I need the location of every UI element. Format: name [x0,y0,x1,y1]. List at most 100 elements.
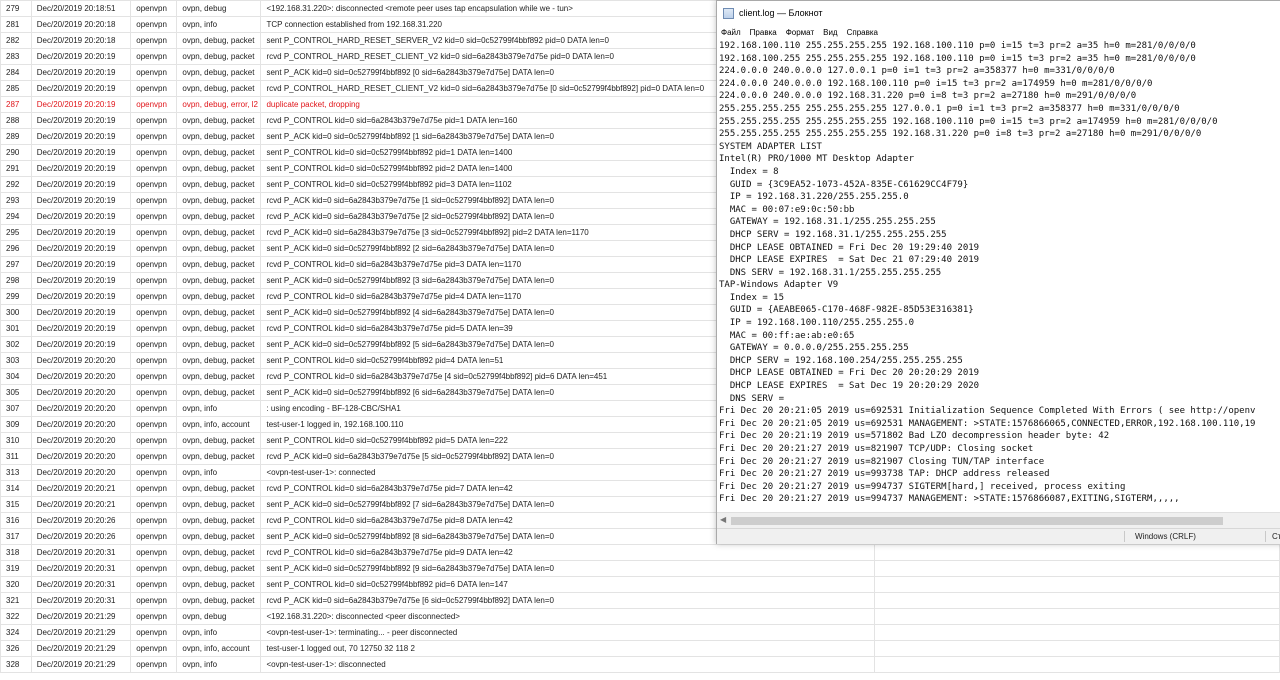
log-cell-number: 298 [0,272,32,289]
log-cell-date: Dec/20/2019 20:20:19 [30,128,132,145]
log-cell-date: Dec/20/2019 20:20:20 [30,432,132,449]
log-cell-date: Dec/20/2019 20:20:20 [30,464,132,481]
log-cell-date: Dec/20/2019 20:20:20 [30,448,132,465]
table-row[interactable]: 322 Dec/20/2019 20:21:29 openvpn ovpn, debu… [0,608,1280,625]
table-row[interactable]: 320 Dec/20/2019 20:20:31 openvpn ovpn, debu… [0,576,1280,593]
log-cell-number: 290 [0,144,32,161]
text-line: MAC = 00:07:e9:0c:50:bb [719,204,855,215]
text-line: 255.255.255.255 255.255.255.255 127.0.0.… [719,103,1180,114]
log-cell-message: rcvd P_CONTROL kid=0 sid=6a2843b379e7d75… [260,544,875,561]
log-cell-date: Dec/20/2019 20:20:19 [30,112,132,129]
notepad-app-icon [723,7,734,19]
menu-file[interactable]: Файл [717,25,746,40]
text-line: Fri Dec 20 20:21:05 2019 us=692531 Initi… [719,406,1256,417]
log-cell-number: 317 [0,528,32,545]
horizontal-scrollbar[interactable]: ◀ [717,512,1280,529]
log-cell-date: Dec/20/2019 20:20:20 [30,400,132,417]
table-row[interactable]: 319 Dec/20/2019 20:20:31 openvpn ovpn, debu… [0,560,1280,577]
log-cell-topics: ovpn, debug [176,0,262,17]
log-cell-source: openvpn [130,384,178,401]
log-cell-number: 305 [0,384,32,401]
table-row[interactable]: 321 Dec/20/2019 20:20:31 openvpn ovpn, debu… [0,592,1280,609]
notepad-titlebar[interactable]: client.log — Блокнот [717,1,1280,25]
log-cell-number: 311 [0,448,32,465]
log-cell-topics: ovpn, debug, packet [176,192,262,209]
log-cell-source: openvpn [130,592,178,609]
notepad-window[interactable]: client.log — Блокнот Файл Правка Формат … [716,0,1280,544]
log-cell-number: 319 [0,560,32,577]
text-line: Fri Dec 20 20:21:27 2019 us=821907 Closi… [719,456,1045,467]
log-cell-number: 283 [0,48,32,65]
log-cell-source: openvpn [130,336,178,353]
log-cell-number: 282 [0,32,32,49]
log-cell-date: Dec/20/2019 20:20:26 [30,512,132,529]
log-cell-topics: ovpn, debug, packet [176,128,262,145]
log-cell-date: Dec/20/2019 20:20:19 [30,192,132,209]
log-cell-topics: ovpn, debug, packet [176,112,262,129]
table-row[interactable]: 326 Dec/20/2019 20:21:29 openvpn ovpn, info… [0,640,1280,657]
log-cell-topics: ovpn, debug, packet [176,512,262,529]
log-cell-source: openvpn [130,192,178,209]
text-line: DHCP LEASE OBTAINED = Fri Dec 20 20:20:2… [719,368,980,379]
log-cell-date: Dec/20/2019 20:20:20 [30,384,132,401]
log-cell-source: openvpn [130,304,178,321]
table-row[interactable]: 324 Dec/20/2019 20:21:29 openvpn ovpn, info… [0,624,1280,641]
log-cell-topics: ovpn, debug, packet [176,496,262,513]
log-cell-date: Dec/20/2019 20:20:19 [30,48,132,65]
table-row[interactable]: 328 Dec/20/2019 20:21:29 openvpn ovpn, info… [0,656,1280,673]
log-cell-topics: ovpn, debug, packet [176,560,262,577]
text-line: Fri Dec 20 20:21:27 2019 us=994737 SIGTE… [719,481,1126,492]
text-line: GUID = {3C9EA52-1073-452A-835E-C61629CC4… [719,179,969,190]
text-line: 224.0.0.0 240.0.0.0 192.168.100.110 p=0 … [719,78,1153,89]
scroll-left-arrow-icon[interactable]: ◀ [720,515,726,524]
log-cell-date: Dec/20/2019 20:20:19 [30,272,132,289]
log-cell-topics: ovpn, debug, packet [176,256,262,273]
log-cell-number: 324 [0,624,32,641]
text-line: DHCP LEASE OBTAINED = Fri Dec 20 19:29:4… [719,242,980,253]
log-cell-topics: ovpn, debug, packet [176,528,262,545]
log-cell-number: 320 [0,576,32,593]
text-line: Fri Dec 20 20:21:19 2019 us=571802 Bad L… [719,431,1110,442]
log-cell-empty [873,592,1280,609]
table-row[interactable]: 318 Dec/20/2019 20:20:31 openvpn ovpn, debu… [0,544,1280,561]
log-cell-topics: ovpn, debug, packet [176,48,262,65]
notepad-menubar: Файл Правка Формат Вид Справка [717,25,1280,40]
menu-edit[interactable]: Правка [746,25,782,40]
text-line: DHCP SERV = 192.168.100.254/255.255.255.… [719,355,963,366]
text-line: Index = 15 [719,292,785,303]
text-line: GATEWAY = 0.0.0.0/255.255.255.255 [719,343,909,354]
menu-help[interactable]: Справка [843,25,883,40]
log-cell-topics: ovpn, debug, packet [176,592,262,609]
log-cell-message: sent P_CONTROL kid=0 sid=0c52799f4bbf892… [260,576,875,593]
log-cell-number: 296 [0,240,32,257]
log-cell-source: openvpn [130,48,178,65]
menu-view[interactable]: Вид [819,25,842,40]
log-cell-source: openvpn [130,96,178,113]
menu-format[interactable]: Формат [782,25,819,40]
log-cell-topics: ovpn, info [176,16,262,33]
text-line: Intel(R) PRO/1000 MT Desktop Adapter [719,154,915,165]
log-cell-number: 291 [0,160,32,177]
log-cell-topics: ovpn, debug, packet [176,544,262,561]
log-cell-number: 301 [0,320,32,337]
scrollbar-thumb[interactable] [731,517,1223,525]
log-cell-date: Dec/20/2019 20:20:19 [30,320,132,337]
text-line: MAC = 00:ff:ae:ab:e0:65 [719,330,855,341]
log-cell-topics: ovpn, debug, packet [176,240,262,257]
text-line: 255.255.255.255 255.255.255.255 192.168.… [719,129,1202,140]
log-cell-source: openvpn [130,368,178,385]
log-cell-source: openvpn [130,560,178,577]
log-cell-message: sent P_ACK kid=0 sid=0c52799f4bbf892 [9 … [260,560,875,577]
log-cell-date: Dec/20/2019 20:20:31 [30,592,132,609]
log-cell-empty [873,608,1280,625]
log-cell-number: 307 [0,400,32,417]
log-cell-date: Dec/20/2019 20:20:31 [30,544,132,561]
log-cell-number: 314 [0,480,32,497]
notepad-text-area[interactable]: 192.168.100.110 255.255.255.255 192.168.… [719,40,1280,512]
log-cell-source: openvpn [130,528,178,545]
log-cell-source: openvpn [130,16,178,33]
text-line: DHCP SERV = 192.168.31.1/255.255.255.255 [719,229,947,240]
log-cell-source: openvpn [130,224,178,241]
log-cell-date: Dec/20/2019 20:20:19 [30,160,132,177]
log-cell-date: Dec/20/2019 20:20:19 [30,208,132,225]
